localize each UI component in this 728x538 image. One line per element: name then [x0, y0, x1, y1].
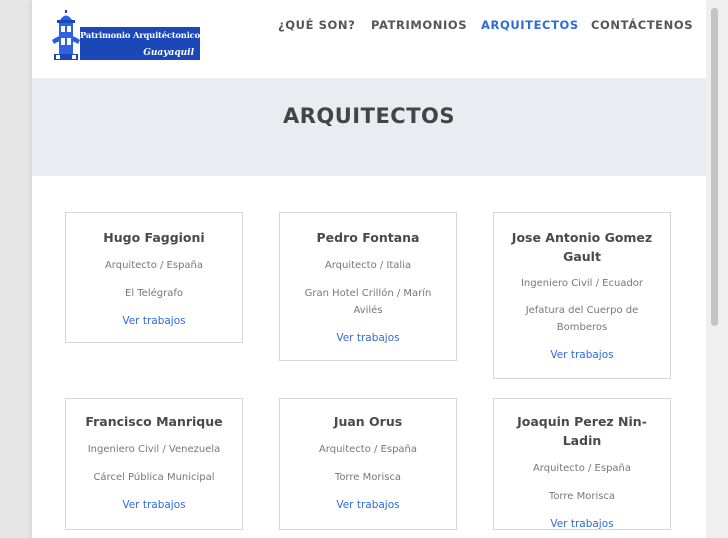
architect-role: Arquitecto / España: [532, 463, 632, 474]
architect-role: Arquitecto / Italia: [324, 260, 412, 271]
architect-role: Ingeniero Civil / Ecuador: [520, 278, 644, 289]
architect-name: Juan Orus: [333, 414, 403, 429]
site-header: Patrimonio Arquitéctonico Guayaquil ¿QUÉ…: [32, 0, 706, 78]
ver-trabajos-link[interactable]: Ver trabajos: [494, 516, 670, 532]
architect-work: Gran Hotel Crillón / Marín Avilés: [304, 288, 432, 316]
architect-name: Joaquin Perez Nin-Ladin: [517, 414, 647, 448]
ver-trabajos-link[interactable]: Ver trabajos: [66, 313, 242, 329]
nav-que-son[interactable]: ¿QUÉ SON?: [278, 18, 355, 32]
ver-trabajos-link[interactable]: Ver trabajos: [280, 330, 456, 346]
architect-card: Hugo Faggioni Arquitecto / España El Tel…: [65, 212, 243, 343]
main-nav: ¿QUÉ SON? PATRIMONIOS ARQUITECTOS CONTÁC…: [32, 18, 706, 38]
architect-role: Arquitecto / España: [104, 260, 204, 271]
nav-arquitectos[interactable]: ARQUITECTOS: [481, 18, 579, 32]
page: Patrimonio Arquitéctonico Guayaquil ¿QUÉ…: [32, 0, 706, 538]
architect-work: Torre Morisca: [548, 491, 616, 502]
architect-work: Jefatura del Cuerpo de Bomberos: [525, 305, 639, 333]
architect-role: Arquitecto / España: [318, 444, 418, 455]
architect-name: Francisco Manrique: [85, 414, 223, 429]
page-hero: ARQUITECTOS: [32, 78, 706, 176]
architect-work: Cárcel Pública Municipal: [93, 472, 215, 483]
architect-name: Hugo Faggioni: [103, 230, 205, 245]
architect-card: Juan Orus Arquitecto / España Torre Mori…: [279, 398, 457, 530]
architect-role: Ingeniero Civil / Venezuela: [87, 444, 221, 455]
architect-work: El Telégrafo: [125, 288, 183, 299]
architect-card: Joaquin Perez Nin-Ladin Arquitecto / Esp…: [493, 398, 671, 530]
architect-card: Francisco Manrique Ingeniero Civil / Ven…: [65, 398, 243, 530]
nav-patrimonios[interactable]: PATRIMONIOS: [371, 18, 467, 32]
architect-work: Torre Morisca: [334, 472, 402, 483]
architect-name: Pedro Fontana: [316, 230, 420, 245]
scrollbar[interactable]: [706, 0, 728, 538]
ver-trabajos-link[interactable]: Ver trabajos: [280, 497, 456, 513]
scrollbar-thumb[interactable]: [711, 8, 718, 326]
logo-subtitle: Guayaquil: [143, 48, 194, 58]
architect-card: Jose Antonio Gomez Gault Ingeniero Civil…: [493, 212, 671, 379]
ver-trabajos-link[interactable]: Ver trabajos: [66, 497, 242, 513]
nav-contactenos[interactable]: CONTÁCTENOS: [591, 18, 693, 32]
page-title: ARQUITECTOS: [282, 104, 456, 128]
ver-trabajos-link[interactable]: Ver trabajos: [494, 347, 670, 363]
architect-name: Jose Antonio Gomez Gault: [511, 230, 653, 264]
architect-card: Pedro Fontana Arquitecto / Italia Gran H…: [279, 212, 457, 361]
